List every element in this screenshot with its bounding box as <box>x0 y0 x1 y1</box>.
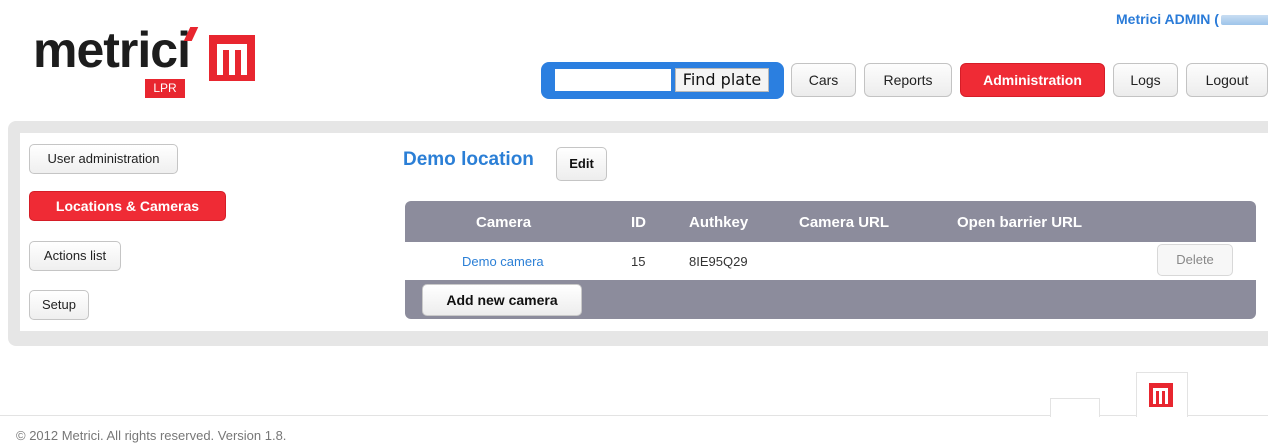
footer-m-icon <box>1149 383 1173 407</box>
column-header-camera: Camera <box>476 214 532 231</box>
logo-word: metrici <box>33 22 191 78</box>
nav-administration-button[interactable]: Administration <box>960 63 1105 97</box>
cameras-table: Camera ID Authkey Camera URL Open barrie… <box>405 201 1256 319</box>
find-plate-button[interactable]: Find plate <box>675 68 769 92</box>
footer-logo <box>1136 372 1188 417</box>
logo-lpr-badge: LPR <box>145 79 185 98</box>
metrici-logo[interactable]: metrici LPR <box>33 25 263 101</box>
sidebar-item-locations-cameras[interactable]: Locations & Cameras <box>29 191 226 221</box>
sidebar-item-user-administration[interactable]: User administration <box>29 144 178 174</box>
nav-logout-button[interactable]: Logout <box>1186 63 1268 97</box>
user-name-redacted <box>1220 15 1268 26</box>
sidebar-item-setup[interactable]: Setup <box>29 290 89 320</box>
plate-search-input[interactable] <box>555 69 671 91</box>
add-new-camera-button[interactable]: Add new camera <box>422 284 582 316</box>
camera-authkey: 8IE95Q29 <box>689 254 748 269</box>
column-header-id: ID <box>631 214 646 231</box>
sidebar-item-actions-list[interactable]: Actions list <box>29 241 121 271</box>
find-plate-form: Find plate <box>541 62 784 99</box>
camera-id: 15 <box>631 254 646 269</box>
delete-camera-button[interactable]: Delete <box>1157 244 1233 276</box>
footer-tab <box>1050 398 1100 417</box>
copyright-text: © 2012 Metrici. All rights reserved. Ver… <box>16 428 287 443</box>
column-header-authkey: Authkey <box>689 214 749 231</box>
table-row: Demo camera 15 8IE95Q29 Delete <box>405 242 1256 280</box>
location-title: Demo location <box>403 149 534 170</box>
column-header-camera-url: Camera URL <box>799 214 890 231</box>
current-user: Metrici ADMIN ( <box>1116 11 1268 27</box>
camera-name-link[interactable]: Demo camera <box>462 254 544 269</box>
user-label: Metrici ADMIN ( <box>1116 11 1219 27</box>
nav-reports-button[interactable]: Reports <box>864 63 952 97</box>
column-header-open-barrier-url: Open barrier URL <box>957 214 1083 231</box>
edit-location-button[interactable]: Edit <box>556 147 607 181</box>
nav-logs-button[interactable]: Logs <box>1113 63 1178 97</box>
logo-m-icon <box>209 35 255 81</box>
nav-cars-button[interactable]: Cars <box>791 63 856 97</box>
